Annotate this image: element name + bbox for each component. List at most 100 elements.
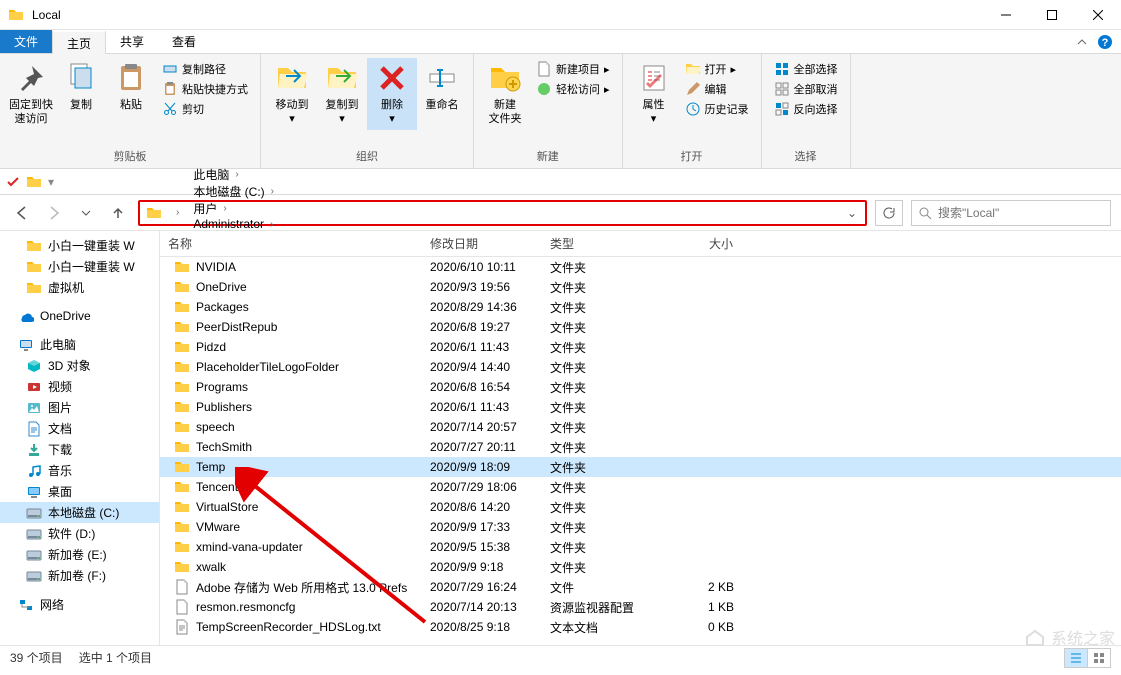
list-item[interactable]: Programs2020/6/8 16:54文件夹: [160, 377, 1121, 397]
tree-item[interactable]: 此电脑: [0, 334, 159, 355]
column-headers: 名称 修改日期 类型 大小: [160, 231, 1121, 257]
tree-item[interactable]: 软件 (D:): [0, 523, 159, 544]
help-icon[interactable]: ?: [1097, 34, 1113, 50]
tree-item[interactable]: 桌面: [0, 481, 159, 502]
list-item[interactable]: TempScreenRecorder_HDSLog.txt2020/8/25 9…: [160, 617, 1121, 637]
list-item[interactable]: TechSmith2020/7/27 20:11文件夹: [160, 437, 1121, 457]
delete-button[interactable]: 删除▾: [367, 58, 417, 130]
paste-shortcut-button[interactable]: 粘贴快捷方式: [160, 80, 250, 98]
maximize-button[interactable]: [1029, 0, 1075, 30]
view-details-button[interactable]: [1064, 648, 1088, 668]
cut-button[interactable]: 剪切: [160, 100, 250, 118]
select-invert-button[interactable]: 反向选择: [772, 100, 840, 118]
title-bar: Local: [0, 0, 1121, 30]
minimize-button[interactable]: [983, 0, 1029, 30]
tree-item[interactable]: 小白一键重装 W: [0, 235, 159, 256]
select-none-button[interactable]: 全部取消: [772, 80, 840, 98]
ribbon: 固定到快 速访问 复制 粘贴 复制路径 粘贴快捷方式 剪切 剪贴板 移动到▾ 复…: [0, 54, 1121, 169]
paste-button[interactable]: 粘贴: [106, 58, 156, 116]
tree-item[interactable]: OneDrive: [0, 306, 159, 326]
new-item-button[interactable]: 新建项目 ▸: [534, 60, 612, 78]
collapse-ribbon-icon[interactable]: [1077, 37, 1087, 47]
tree-item[interactable]: 文档: [0, 418, 159, 439]
list-item[interactable]: VMware2020/9/9 17:33文件夹: [160, 517, 1121, 537]
copy-button[interactable]: 复制: [56, 58, 106, 116]
list-item[interactable]: OneDrive2020/9/3 19:56文件夹: [160, 277, 1121, 297]
pin-button[interactable]: 固定到快 速访问: [6, 58, 56, 130]
tree-item[interactable]: 新加卷 (E:): [0, 544, 159, 565]
breadcrumb-item[interactable]: 此电脑›: [189, 166, 284, 183]
copy-to-button[interactable]: 复制到▾: [317, 58, 367, 130]
group-organize-label: 组织: [267, 146, 467, 168]
copy-path-button[interactable]: 复制路径: [160, 60, 250, 78]
list-item[interactable]: Packages2020/8/29 14:36文件夹: [160, 297, 1121, 317]
tree-item[interactable]: 3D 对象: [0, 355, 159, 376]
address-bar[interactable]: › 此电脑›本地磁盘 (C:)›用户›Administrator›AppData…: [138, 200, 867, 226]
col-type[interactable]: 类型: [542, 231, 662, 256]
open-button[interactable]: 打开 ▸: [683, 60, 751, 78]
list-item[interactable]: VirtualStore2020/8/6 14:20文件夹: [160, 497, 1121, 517]
breadcrumb-item[interactable]: Administrator›: [189, 217, 284, 231]
view-icons-button[interactable]: [1087, 648, 1111, 668]
tab-file[interactable]: 文件: [0, 30, 52, 53]
list-item[interactable]: xmind-vana-updater2020/9/5 15:38文件夹: [160, 537, 1121, 557]
tab-share[interactable]: 共享: [106, 30, 158, 53]
tab-home[interactable]: 主页: [52, 30, 106, 54]
breadcrumb-item[interactable]: 本地磁盘 (C:)›: [189, 183, 284, 200]
check-icon[interactable]: [6, 175, 20, 189]
address-dropdown[interactable]: ⌄: [841, 206, 863, 220]
properties-button[interactable]: 属性▾: [629, 58, 679, 130]
forward-button[interactable]: [42, 201, 66, 225]
select-all-button[interactable]: 全部选择: [772, 60, 840, 78]
new-folder-button[interactable]: 新建 文件夹: [480, 58, 530, 130]
tab-view[interactable]: 查看: [158, 30, 210, 53]
close-button[interactable]: [1075, 0, 1121, 30]
tree-item[interactable]: 小白一键重装 W: [0, 256, 159, 277]
list-item[interactable]: Tencent2020/7/29 18:06文件夹: [160, 477, 1121, 497]
list-item[interactable]: PeerDistRepub2020/6/8 19:27文件夹: [160, 317, 1121, 337]
rename-button[interactable]: 重命名: [417, 58, 467, 116]
tree-item[interactable]: 音乐: [0, 460, 159, 481]
easy-access-button[interactable]: 轻松访问 ▸: [534, 80, 612, 98]
group-new-label: 新建: [480, 146, 616, 168]
back-button[interactable]: [10, 201, 34, 225]
tree-item[interactable]: 新加卷 (F:): [0, 565, 159, 586]
tree-item[interactable]: 虚拟机: [0, 277, 159, 298]
edit-button[interactable]: 编辑: [683, 80, 751, 98]
list-item[interactable]: Publishers2020/6/1 11:43文件夹: [160, 397, 1121, 417]
group-open-label: 打开: [629, 146, 755, 168]
list-item[interactable]: Adobe 存储为 Web 所用格式 13.0 Prefs2020/7/29 1…: [160, 577, 1121, 597]
file-list[interactable]: 名称 修改日期 类型 大小 NVIDIA2020/6/10 10:11文件夹On…: [160, 231, 1121, 645]
search-input[interactable]: [938, 206, 1104, 220]
list-item[interactable]: xwalk2020/9/9 9:18文件夹: [160, 557, 1121, 577]
quick-bar: ▾: [0, 169, 1121, 195]
tree-item[interactable]: 视频: [0, 376, 159, 397]
tree-item[interactable]: 图片: [0, 397, 159, 418]
up-button[interactable]: [106, 201, 130, 225]
recent-button[interactable]: [74, 201, 98, 225]
tree-item[interactable]: 下载: [0, 439, 159, 460]
col-name[interactable]: 名称: [160, 231, 422, 256]
folder-quick-icon[interactable]: [26, 174, 42, 190]
list-item[interactable]: Pidzd2020/6/1 11:43文件夹: [160, 337, 1121, 357]
tree-item[interactable]: 网络: [0, 594, 159, 615]
breadcrumb-item[interactable]: 用户›: [189, 200, 284, 217]
group-clipboard-label: 剪贴板: [6, 146, 254, 168]
tree-item[interactable]: 本地磁盘 (C:): [0, 502, 159, 523]
address-folder-icon: [146, 205, 162, 221]
list-item[interactable]: speech2020/7/14 20:57文件夹: [160, 417, 1121, 437]
col-size[interactable]: 大小: [662, 231, 742, 256]
refresh-button[interactable]: [875, 200, 903, 226]
nav-tree[interactable]: 小白一键重装 W小白一键重装 W虚拟机OneDrive此电脑3D 对象视频图片文…: [0, 231, 160, 645]
col-date[interactable]: 修改日期: [422, 231, 542, 256]
status-item-count: 39 个项目: [10, 649, 63, 666]
list-item[interactable]: resmon.resmoncfg2020/7/14 20:13资源监视器配置1 …: [160, 597, 1121, 617]
nav-bar: › 此电脑›本地磁盘 (C:)›用户›Administrator›AppData…: [0, 195, 1121, 231]
history-button[interactable]: 历史记录: [683, 100, 751, 118]
move-to-button[interactable]: 移动到▾: [267, 58, 317, 130]
list-item[interactable]: NVIDIA2020/6/10 10:11文件夹: [160, 257, 1121, 277]
search-box[interactable]: [911, 200, 1111, 226]
list-item[interactable]: Temp2020/9/9 18:09文件夹: [160, 457, 1121, 477]
ribbon-tabs: 文件 主页 共享 查看 ?: [0, 30, 1121, 54]
list-item[interactable]: PlaceholderTileLogoFolder2020/9/4 14:40文…: [160, 357, 1121, 377]
